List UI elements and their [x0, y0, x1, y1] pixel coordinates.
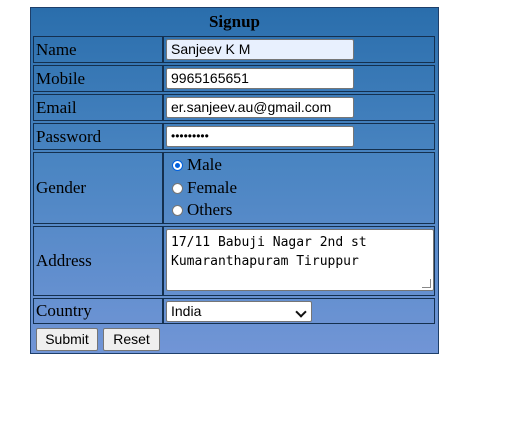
- signup-form: Signup Name Sanjeev K M Mobile 996516565…: [30, 7, 439, 354]
- radio-male[interactable]: [172, 159, 183, 171]
- mobile-cell: 9965165651: [163, 65, 435, 92]
- country-selected-value: India: [171, 303, 202, 319]
- address-textarea[interactable]: 17/11 Babuji Nagar 2nd st Kumaranthapura…: [166, 229, 434, 291]
- gender-cell: Male Female Others: [163, 152, 435, 224]
- address-line-1: 17/11 Babuji Nagar 2nd st: [171, 235, 367, 250]
- country-label: Country: [33, 298, 163, 324]
- gender-option-female[interactable]: Female: [172, 178, 237, 198]
- submit-button[interactable]: Submit: [36, 328, 98, 351]
- password-label: Password: [33, 123, 163, 150]
- country-cell: India: [163, 298, 435, 324]
- name-label: Name: [33, 36, 163, 63]
- address-label: Address: [33, 226, 163, 296]
- mobile-label: Mobile: [33, 65, 163, 92]
- resize-handle-icon[interactable]: [422, 279, 431, 288]
- country-select[interactable]: India: [166, 301, 312, 322]
- gender-option-others[interactable]: Others: [172, 200, 232, 220]
- email-label: Email: [33, 94, 163, 121]
- address-cell: 17/11 Babuji Nagar 2nd st Kumaranthapura…: [163, 226, 435, 296]
- radio-others[interactable]: [172, 204, 183, 216]
- email-input[interactable]: er.sanjeev.au@gmail.com: [166, 97, 354, 118]
- address-line-2: Kumaranthapuram Tiruppur: [171, 254, 359, 269]
- gender-others-label: Others: [187, 200, 233, 219]
- gender-male-label: Male: [187, 155, 222, 174]
- form-title: Signup: [208, 12, 261, 31]
- mobile-input[interactable]: 9965165651: [166, 68, 354, 89]
- password-cell: •••••••••: [163, 123, 435, 150]
- radio-female[interactable]: [172, 182, 183, 194]
- name-cell: Sanjeev K M: [163, 36, 435, 63]
- reset-button[interactable]: Reset: [103, 328, 160, 351]
- chevron-down-icon: [295, 306, 307, 318]
- gender-option-male[interactable]: Male: [172, 155, 222, 175]
- gender-female-label: Female: [187, 178, 238, 197]
- name-input[interactable]: Sanjeev K M: [166, 39, 354, 60]
- gender-label: Gender: [33, 152, 163, 224]
- email-cell: er.sanjeev.au@gmail.com: [163, 94, 435, 121]
- password-input[interactable]: •••••••••: [166, 126, 354, 147]
